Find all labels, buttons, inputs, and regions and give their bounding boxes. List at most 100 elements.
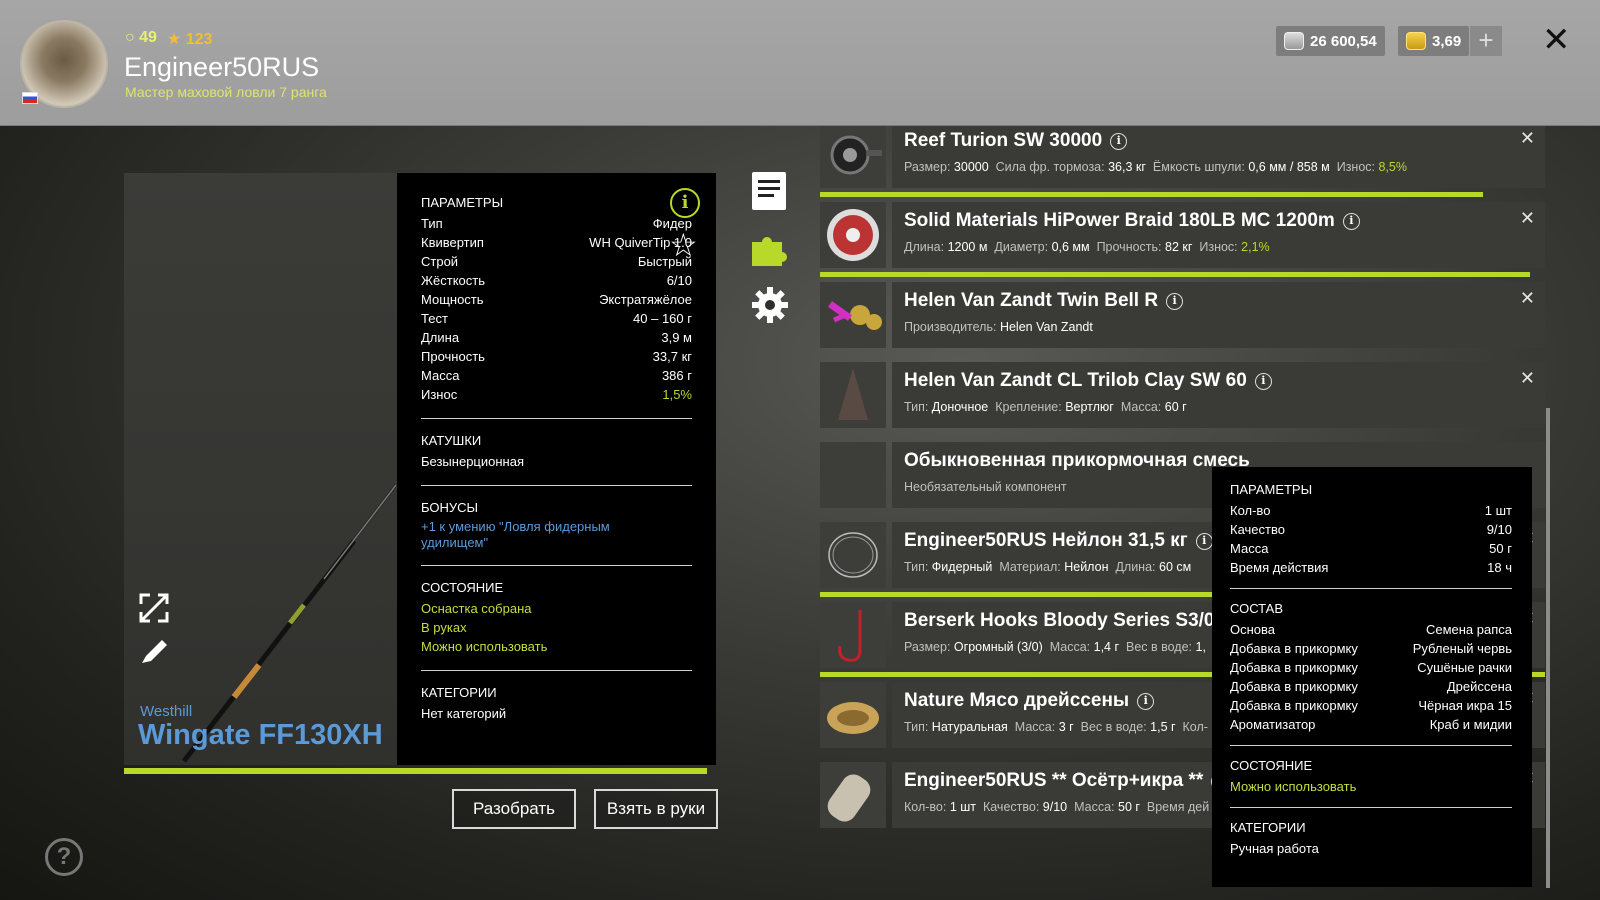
tackle-item[interactable]: Helen Van Zandt Twin Bell R i Производител… (820, 282, 1545, 348)
info-icon[interactable]: i (1110, 133, 1128, 150)
tackle-item[interactable]: Solid Materials HiPower Braid 180LB MC 1… (820, 202, 1545, 277)
desc-label: Материал: (999, 560, 1061, 574)
param-value: 50 г (1489, 541, 1512, 556)
param-label: Масса (1230, 541, 1269, 556)
tackle-item-desc: Тип: Фидерный Материал: Нейлон Длина: 60… (904, 560, 1198, 574)
take-in-hands-button[interactable]: Взять в руки (594, 789, 718, 829)
desc-label: Длина: (1115, 560, 1156, 574)
gold-coins-icon (1406, 32, 1426, 50)
russia-flag-icon (22, 92, 38, 104)
divider (421, 418, 692, 419)
tackle-item-name: Solid Materials HiPower Braid 180LB MC 1… (904, 210, 1360, 232)
tooltip-params-list: Кол-во 1 шт Качество 9/10 Масса 50 г Время дей… (1230, 501, 1512, 577)
tackle-item[interactable]: Helen Van Zandt CL Trilob Clay SW 60 i Тип… (820, 362, 1545, 428)
desc-label: Износ: (1336, 160, 1375, 174)
desc-value: Фидерный (931, 560, 993, 574)
scrollbar[interactable] (1546, 408, 1550, 888)
desc-value: 8,5% (1378, 160, 1407, 174)
param-row: Масса 386 г (421, 366, 692, 385)
tackle-item-desc: Размер: 30000 Сила фр. тормоза: 36,3 кг … (904, 160, 1414, 174)
rod-title: Wingate FF130XH (138, 719, 383, 751)
desc-label: Масса: (1120, 400, 1162, 414)
tackle-item-desc: Производитель: Helen Van Zandt (904, 320, 1100, 334)
desc-label: Диаметр: (994, 240, 1049, 254)
remove-item-icon[interactable]: ✕ (1520, 288, 1535, 309)
edit-pen-icon[interactable] (138, 636, 170, 666)
rod-preview (124, 173, 397, 765)
document-icon[interactable] (752, 172, 786, 210)
remove-item-icon[interactable]: ✕ (1520, 368, 1535, 389)
gear-icon[interactable] (750, 285, 790, 325)
param-label: Добавка в прикормку (1230, 679, 1358, 694)
param-value: 1 шт (1484, 503, 1512, 518)
tackle-item-desc: Размер: Огромный (3/0) Масса: 1,4 г Вес … (904, 640, 1213, 654)
tackle-item-name: Helen Van Zandt Twin Bell R i (904, 290, 1184, 312)
desc-label: Производитель: (904, 320, 997, 334)
desc-value: 36,3 кг (1108, 160, 1146, 174)
desc-label: Вес в воде: (1080, 720, 1147, 734)
info-icon[interactable]: i (1195, 533, 1213, 550)
tackle-item-name: Berserk Hooks Bloody Series S3/0i (904, 610, 1240, 632)
tackle-item-title: Solid Materials HiPower Braid 180LB MC 1… (904, 210, 1335, 231)
param-label: Длина (421, 330, 460, 345)
desc-label: Прочность: (1096, 240, 1162, 254)
state-value: Оснастка собрана (421, 601, 532, 616)
param-label: Кол-во (1230, 503, 1271, 518)
param-value: Чёрная икра 15 (1418, 698, 1512, 713)
desc-value: 60 г (1164, 400, 1187, 414)
param-value: 33,7 кг (652, 349, 692, 364)
tackle-item-title: Helen Van Zandt Twin Bell R (904, 290, 1159, 311)
desc-value: 0,6 мм / 858 м (1248, 160, 1330, 174)
divider (1230, 807, 1512, 808)
desc-value: 1200 м (947, 240, 988, 254)
desc-label: Износ: (1199, 240, 1238, 254)
reels-value: Безынерционная (421, 454, 524, 469)
player-stats: ○ 49 ★ 123 (125, 29, 212, 49)
remove-item-icon[interactable]: ✕ (1520, 208, 1535, 229)
desc-label: Длина: (904, 240, 945, 254)
param-row: Тест 40 – 160 г (421, 309, 692, 328)
categories-title: КАТЕГОРИИ (421, 685, 497, 700)
tackle-item-title: Engineer50RUS Нейлон 31,5 кг (904, 530, 1188, 551)
desc-value: Доночное (931, 400, 989, 414)
desc-value: Нейлон (1064, 560, 1109, 574)
desc-label: Масса: (1049, 640, 1091, 654)
tackle-item[interactable]: Reef Turion SW 30000 i Размер: 30000 Сила … (820, 126, 1545, 197)
param-label: Мощность (421, 292, 484, 307)
info-icon[interactable]: i (1166, 293, 1184, 310)
info-icon[interactable]: i (1254, 373, 1272, 390)
tackle-item-desc: Тип: Натуральная Масса: 3 г Вес в воде: … (904, 720, 1215, 734)
info-icon[interactable]: i (1137, 693, 1155, 710)
state-value: Можно использовать (421, 639, 548, 654)
reel-icon (820, 126, 886, 188)
puzzle-icon[interactable] (750, 230, 788, 268)
info-icon[interactable]: i (1342, 213, 1360, 230)
param-label: Прочность (421, 349, 485, 364)
rod-image (182, 484, 397, 763)
profile-header: ○ 49 ★ 123 Engineer50RUS Мастер маховой … (0, 0, 1600, 126)
divider (421, 485, 692, 486)
disassemble-button[interactable]: Разобрать (452, 789, 576, 829)
favorite-star-icon[interactable]: ☆ (669, 228, 698, 262)
help-icon[interactable]: ? (45, 838, 83, 876)
info-icon[interactable]: i (670, 188, 700, 218)
desc-label: Сила фр. тормоза: (995, 160, 1105, 174)
tackle-item-body: Helen Van Zandt CL Trilob Clay SW 60 i Тип… (892, 362, 1545, 428)
state-title: СОСТОЯНИЕ (421, 580, 504, 595)
rod-params-list: Тип Фидер Квивертип WH QuiverTip 1.0 Строй Бы… (421, 214, 692, 404)
tackle-item-title: Engineer50RUS ** Осётр+икра ** (904, 770, 1204, 791)
item-tooltip: ПАРАМЕТРЫ Кол-во 1 шт Качество 9/10 Масса 50 … (1212, 467, 1532, 887)
desc-value: 60 см (1159, 560, 1192, 574)
add-currency-button[interactable]: + (1470, 26, 1502, 56)
desc-value: 1,5 г (1150, 720, 1176, 734)
tooltip-categories-title: КАТЕГОРИИ (1230, 820, 1306, 835)
rod-durability-bar (124, 768, 708, 774)
tackle-item-title: Helen Van Zandt CL Trilob Clay SW 60 (904, 370, 1247, 391)
expand-icon[interactable] (138, 592, 170, 624)
param-label: Строй (421, 254, 459, 269)
remove-item-icon[interactable]: ✕ (1520, 128, 1535, 149)
divider (421, 565, 692, 566)
tackle-item-body: Solid Materials HiPower Braid 180LB MC 1… (892, 202, 1545, 268)
param-value: Экстратяжёлое (599, 292, 692, 307)
close-button[interactable]: ✕ (1542, 20, 1571, 60)
